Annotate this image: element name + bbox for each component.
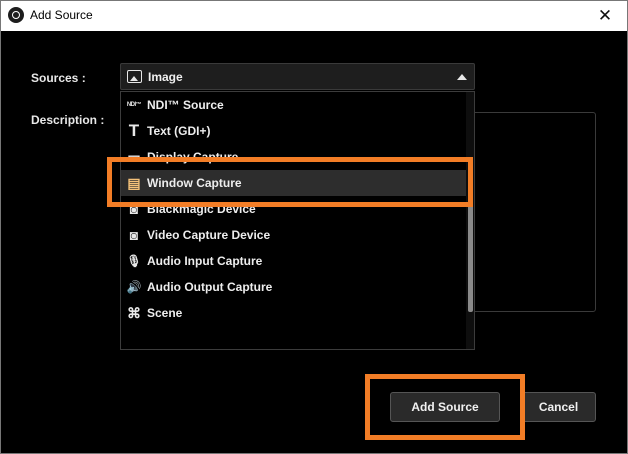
speaker-icon: 🔊 — [126, 280, 142, 294]
scrollbar-thumb[interactable] — [468, 202, 473, 312]
ndi-icon: NDI™ — [126, 102, 142, 108]
list-item-ndi-source[interactable]: NDI™ NDI™ Source — [121, 92, 467, 118]
sources-dropdown-list[interactable]: NDI™ NDI™ Source T Text (GDI+) ▭ Display… — [120, 91, 475, 350]
list-item-audio-output-capture[interactable]: 🔊 Audio Output Capture — [121, 274, 467, 300]
list-item-video-capture-device[interactable]: ◙ Video Capture Device — [121, 222, 467, 248]
list-item-label: Display Capture — [147, 150, 239, 164]
list-item-window-capture[interactable]: ▤ Window Capture — [121, 170, 467, 196]
chevron-up-icon[interactable] — [457, 74, 467, 80]
window-icon: ▤ — [127, 175, 141, 191]
cancel-button[interactable]: Cancel — [521, 392, 596, 422]
window-title: Add Source — [30, 8, 93, 22]
text-icon: T — [128, 121, 140, 140]
dropdown-scrollbar[interactable] — [466, 92, 474, 349]
list-item-label: Scene — [147, 306, 183, 320]
camera-icon: ◙ — [129, 227, 139, 243]
description-label: Description : — [31, 113, 105, 127]
list-item-label: Audio Output Capture — [147, 280, 273, 294]
list-item-label: Video Capture Device — [147, 228, 271, 242]
description-field[interactable] — [470, 112, 596, 312]
scene-icon: ⌘ — [127, 305, 141, 321]
sources-selected-value: Image — [148, 70, 183, 84]
list-item-label: Audio Input Capture — [147, 254, 263, 268]
list-item-text-gdi[interactable]: T Text (GDI+) — [121, 118, 467, 144]
close-button[interactable]: ✕ — [582, 0, 628, 31]
app-logo-icon — [8, 7, 24, 23]
sources-label: Sources : — [31, 71, 86, 85]
list-item-blackmagic-device[interactable]: ◙ Blackmagic Device — [121, 196, 467, 222]
list-item-scene[interactable]: ⌘ Scene — [121, 300, 467, 326]
microphone-icon: 🎙 — [126, 254, 142, 268]
list-item-label: Blackmagic Device — [147, 202, 256, 216]
camera-icon: ◙ — [129, 201, 139, 217]
display-icon: ▭ — [127, 149, 141, 165]
title-bar: Add Source ✕ — [0, 0, 628, 31]
add-source-button[interactable]: Add Source — [390, 392, 500, 422]
list-item-label: Window Capture — [147, 176, 242, 190]
list-item-audio-input-capture[interactable]: 🎙 Audio Input Capture — [121, 248, 467, 274]
sources-combobox[interactable]: Image — [120, 63, 475, 90]
list-item-label: Text (GDI+) — [147, 124, 211, 138]
image-icon — [127, 70, 142, 83]
list-item-display-capture[interactable]: ▭ Display Capture — [121, 144, 467, 170]
list-item-label: NDI™ Source — [147, 98, 224, 112]
